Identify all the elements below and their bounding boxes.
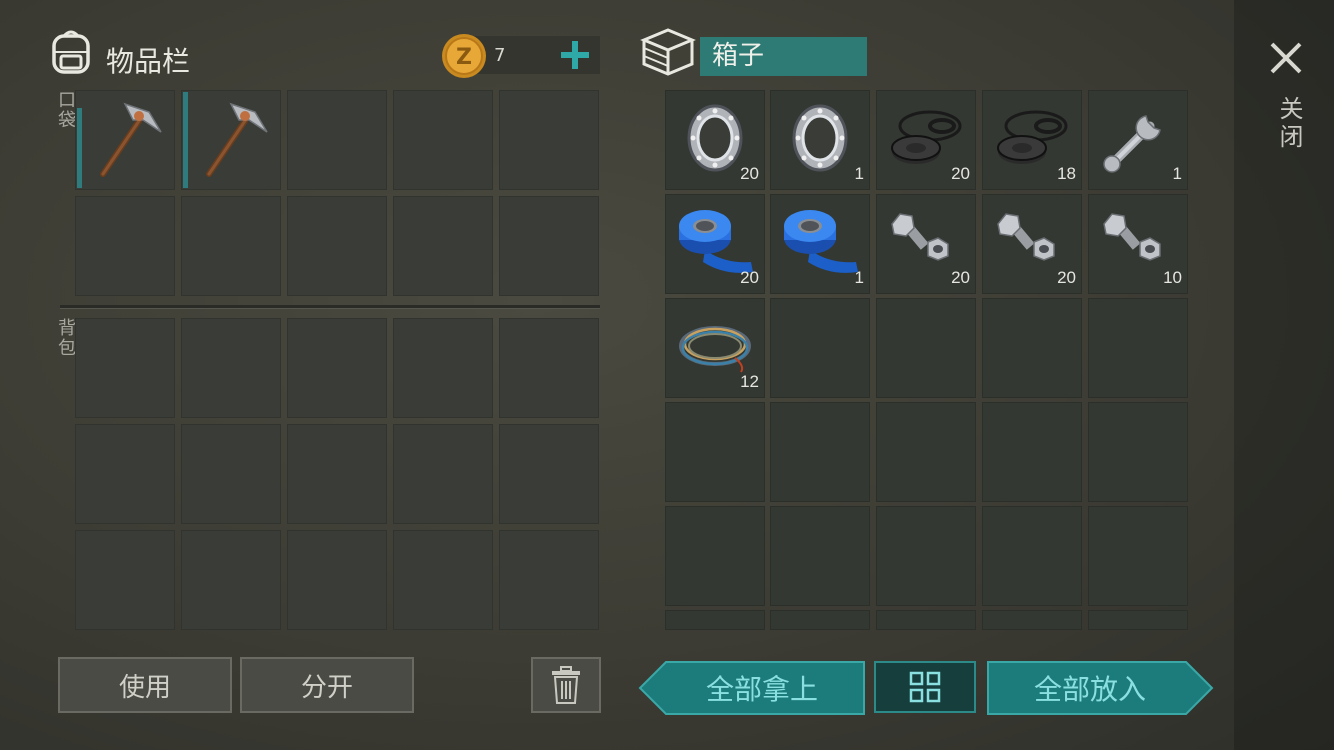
- backpack-slot[interactable]: [393, 530, 493, 630]
- use-button[interactable]: 使用: [58, 657, 232, 713]
- container-slot[interactable]: 20: [876, 90, 976, 190]
- container-slot[interactable]: [982, 506, 1082, 606]
- pocket-slot[interactable]: [287, 90, 387, 190]
- wrench-icon: [1103, 115, 1161, 173]
- item-count: 20: [1057, 268, 1076, 287]
- container-slot[interactable]: 10: [1088, 194, 1188, 294]
- backpack-slot[interactable]: [75, 318, 175, 418]
- sort-grid-icon: [909, 671, 941, 703]
- backpack-slot[interactable]: [181, 318, 281, 418]
- container-slot[interactable]: [1088, 402, 1188, 502]
- crate-icon: [640, 26, 696, 78]
- backpack-slot[interactable]: [287, 424, 387, 524]
- item-count: 20: [740, 164, 759, 183]
- backpack-slot[interactable]: [75, 424, 175, 524]
- item-count: 1: [854, 164, 864, 183]
- container-slot[interactable]: 1: [770, 194, 870, 294]
- container-slot[interactable]: 20: [982, 194, 1082, 294]
- container-slot[interactable]: [665, 610, 765, 630]
- container-slot[interactable]: [982, 610, 1082, 630]
- backpack-slot[interactable]: [499, 318, 599, 418]
- backpack-slot[interactable]: [393, 318, 493, 418]
- container-title[interactable]: 箱子: [700, 37, 867, 76]
- close-button[interactable]: 关闭: [1262, 34, 1310, 174]
- item-count: 20: [951, 268, 970, 287]
- put-all-button[interactable]: 全部放入: [986, 660, 1214, 716]
- container-slot[interactable]: 20: [876, 194, 976, 294]
- backpack-slot[interactable]: [499, 424, 599, 524]
- container-slot[interactable]: 20: [665, 194, 765, 294]
- container-slot[interactable]: [982, 298, 1082, 398]
- pocket-slot[interactable]: [287, 196, 387, 296]
- add-currency-button[interactable]: [558, 38, 592, 72]
- blue-tape-icon: [784, 210, 858, 273]
- backpack-slot[interactable]: [181, 424, 281, 524]
- container-slot[interactable]: [770, 402, 870, 502]
- item-count: 10: [1163, 268, 1182, 287]
- close-label: 关闭: [1275, 96, 1303, 152]
- item-count: 1: [1172, 164, 1182, 183]
- close-icon: [1270, 42, 1302, 74]
- container-slot[interactable]: [665, 506, 765, 606]
- sort-button[interactable]: [874, 661, 976, 713]
- pocket-slot[interactable]: [75, 90, 175, 190]
- section-divider: [60, 305, 600, 309]
- item-count: 20: [951, 164, 970, 183]
- container-slot[interactable]: [770, 610, 870, 630]
- container-slot[interactable]: 20: [665, 90, 765, 190]
- pocket-slot[interactable]: [181, 90, 281, 190]
- item-count: 20: [740, 268, 759, 287]
- pocket-slot[interactable]: [181, 196, 281, 296]
- currency-amount: 7: [494, 45, 506, 66]
- pocket-slot[interactable]: [499, 90, 599, 190]
- put-all-label: 全部放入: [1033, 673, 1146, 706]
- item-count: 18: [1057, 164, 1076, 183]
- trash-button[interactable]: [531, 657, 601, 713]
- container-slot[interactable]: [1088, 610, 1188, 630]
- coin-icon: Z: [440, 32, 488, 80]
- pickaxe-icon: [206, 102, 268, 177]
- backpack-icon: [46, 26, 96, 76]
- take-all-label: 全部拿上: [705, 673, 818, 706]
- durability-bar: [77, 108, 82, 188]
- container-slot[interactable]: [770, 298, 870, 398]
- inventory-title: 物品栏: [106, 45, 191, 78]
- pocket-slot[interactable]: [75, 196, 175, 296]
- backpack-slot[interactable]: [75, 530, 175, 630]
- plus-icon: [561, 41, 589, 69]
- bearing-icon: [792, 104, 848, 172]
- container-slot[interactable]: [876, 402, 976, 502]
- backpack-slot[interactable]: [181, 530, 281, 630]
- container-slot[interactable]: 1: [770, 90, 870, 190]
- svg-text:Z: Z: [456, 45, 472, 70]
- backpack-slot[interactable]: [287, 530, 387, 630]
- backpack-slot[interactable]: [287, 318, 387, 418]
- container-slot[interactable]: [876, 506, 976, 606]
- item-count: 12: [740, 372, 759, 391]
- durability-bar: [183, 92, 188, 188]
- backpack-slot[interactable]: [393, 424, 493, 524]
- pocket-slot[interactable]: [393, 90, 493, 190]
- pocket-slot[interactable]: [499, 196, 599, 296]
- container-slot[interactable]: [1088, 298, 1188, 398]
- split-button[interactable]: 分开: [240, 657, 414, 713]
- container-slot[interactable]: [770, 506, 870, 606]
- item-count: 1: [854, 268, 864, 287]
- container-slot[interactable]: [876, 298, 976, 398]
- container-slot[interactable]: [1088, 506, 1188, 606]
- pocket-slot[interactable]: [393, 196, 493, 296]
- container-slot[interactable]: 1: [1088, 90, 1188, 190]
- pickaxe-icon: [100, 102, 162, 177]
- container-slot[interactable]: [665, 402, 765, 502]
- container-slot[interactable]: 12: [665, 298, 765, 398]
- container-slot[interactable]: [982, 402, 1082, 502]
- container-slot[interactable]: 18: [982, 90, 1082, 190]
- take-all-button[interactable]: 全部拿上: [638, 660, 866, 716]
- backpack-slot[interactable]: [499, 530, 599, 630]
- trash-icon: [552, 666, 580, 704]
- container-slot[interactable]: [876, 610, 976, 630]
